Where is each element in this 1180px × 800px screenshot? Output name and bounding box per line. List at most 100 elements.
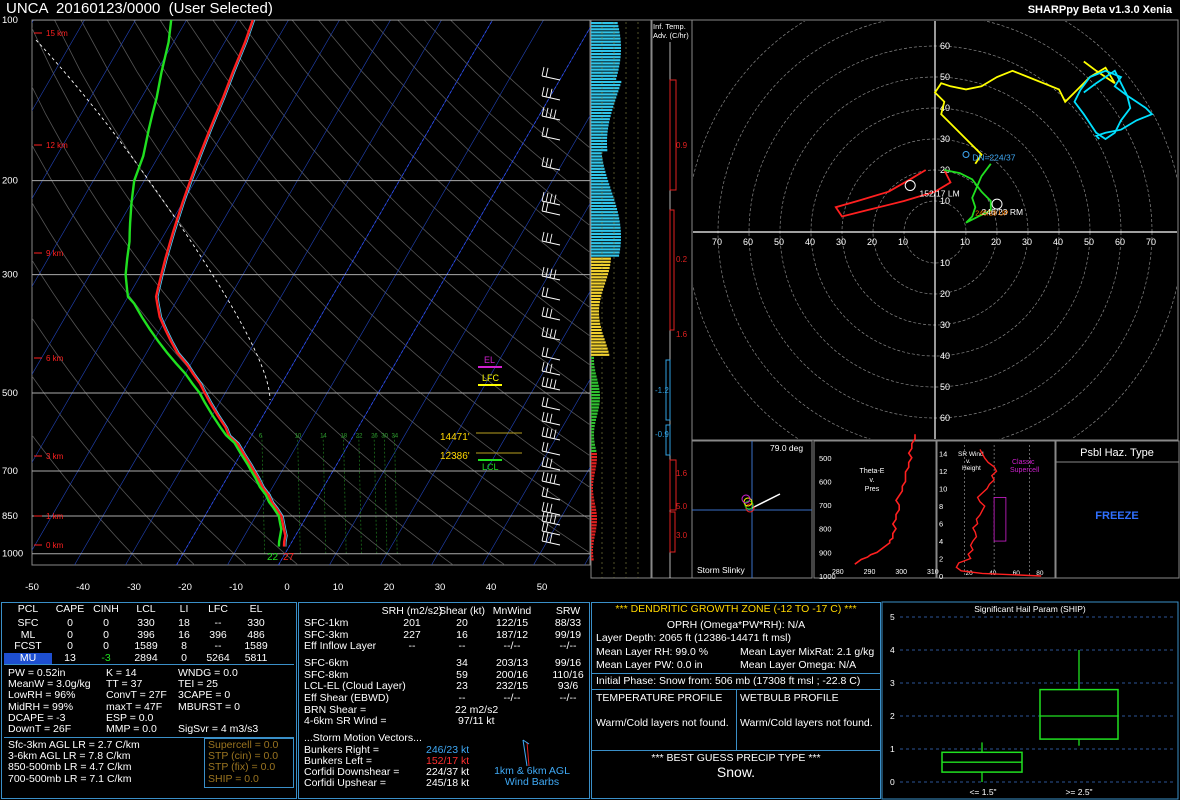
wind-speed-bar	[591, 452, 597, 456]
wind-speed-bar	[591, 59, 621, 62]
wind-speed-bar	[591, 273, 609, 276]
mixing-ratio-label: 6	[259, 433, 263, 439]
wind-barb-flag	[545, 502, 549, 512]
dgz-pw: Mean Layer PW: 0.0 in	[596, 659, 703, 671]
wind-speed-bar	[591, 251, 620, 254]
kin-srw: 93/6	[557, 680, 579, 692]
thetae-title: Pres	[865, 486, 880, 493]
hodo-label: 10	[940, 258, 950, 268]
wind-speed-bar	[591, 279, 607, 282]
wind-speed-bar	[591, 28, 620, 31]
wind-speed-bar	[591, 375, 597, 378]
wind-speed-bar	[591, 341, 606, 344]
ship-panel: Significant Hail Param (SHIP) 0 1 2 3 4 5 <= 1.…	[881, 601, 1179, 800]
lm-label: 152/17 LM	[920, 188, 960, 198]
wind-speed-bar	[591, 415, 597, 418]
isotherm	[32, 20, 85, 112]
wind-speed-bar	[591, 65, 620, 68]
wind-speed-bar	[591, 102, 615, 105]
wetbulb-profile-value: Warm/Cold layers not found.	[740, 717, 873, 729]
wind-speed-bar	[591, 437, 595, 440]
wind-barb-flag	[549, 193, 553, 203]
srw-ylabel: 0	[939, 572, 943, 581]
wind-speed-bar	[591, 127, 609, 130]
parcel-value: 5811	[244, 651, 268, 664]
wind-barb-flag	[549, 268, 553, 278]
dry-adiabat	[32, 434, 144, 565]
wind-speed-bar	[591, 204, 617, 208]
wind-speed-bar	[591, 502, 595, 505]
wind-speed-bar	[591, 511, 597, 514]
wind-speed-bar	[591, 545, 594, 549]
vec-value: 245/18 kt	[426, 777, 470, 789]
wind-speed-bar	[591, 77, 617, 80]
wind-speed-bar	[591, 325, 601, 328]
wind-speed-bar	[591, 139, 608, 142]
slinky-deg: 79.0 deg	[770, 443, 803, 453]
hodo-ring	[693, 21, 1177, 439]
wind-speed-bar	[591, 483, 594, 487]
wind-speed-bar	[591, 542, 594, 545]
wind-speed-bar	[591, 80, 622, 84]
ship-ylabel: 1	[890, 744, 895, 754]
wind-speed-bar	[591, 34, 621, 37]
wind-speed-bar	[591, 369, 596, 372]
wind-barb-flag	[541, 231, 545, 242]
height-label: 15 km	[46, 29, 68, 38]
hodo-label: 40	[940, 351, 950, 361]
mixing-ratio-label: 18	[340, 433, 347, 439]
wind-speed-bar	[591, 31, 620, 34]
kin-srw: --/--	[559, 640, 577, 652]
pressure-label: 100	[2, 15, 18, 26]
srw-ylabel: 12	[939, 467, 947, 476]
slinky-vector	[751, 493, 781, 509]
hodograph[interactable]: 1020304050601020304050608070605040302010…	[681, 0, 1180, 480]
srw-ylabel: 4	[939, 537, 943, 546]
storm-slinky-panel: 79.0 deg Storm Slinky	[691, 440, 813, 579]
parcel-value: --	[214, 617, 222, 629]
hodo-trace	[933, 60, 1116, 165]
wind-speed-bar	[591, 270, 609, 273]
hodo-label: 30	[940, 320, 950, 330]
height-label: 9 km	[46, 249, 64, 258]
wind-speed-bar	[591, 440, 595, 443]
wind-barb-flag	[545, 67, 549, 77]
wind-barb-flag	[541, 361, 545, 372]
temp-label: 10	[333, 582, 344, 593]
lapse-rate: 700-500mb LR = 7.1 C/km	[8, 772, 132, 785]
wind-barb-flag	[545, 412, 549, 422]
ship-ylabel: 2	[890, 711, 895, 721]
wetbulb-profile-title: WETBULB PROFILE	[740, 692, 839, 704]
wind-speed-bar	[591, 381, 599, 384]
hodo-label: 70	[1146, 237, 1156, 247]
wind-speed-bar	[591, 344, 607, 347]
wind-barb-flag	[549, 233, 553, 243]
dgz-depth: Layer Depth: 2065 ft (12386-14471 ft msl…	[596, 632, 791, 644]
wind-speed-bar	[591, 552, 594, 555]
hodo-label: 20	[991, 237, 1001, 247]
ita-panel-bg	[651, 19, 693, 579]
wind-speed-bar	[591, 49, 621, 53]
mixing-ratio-line	[297, 435, 301, 554]
dgz-oprh: OPRH (Omega*PW*RH): N/A	[666, 619, 806, 631]
srw-xlabel: 60	[1013, 570, 1021, 577]
up-label: 245/18 UP	[975, 211, 1008, 218]
srw-ylabel: 14	[939, 450, 947, 459]
wind-barb	[541, 135, 561, 141]
wind-barb-flag	[541, 521, 545, 532]
wind-speed-bar	[591, 257, 611, 260]
kin-name: LCL-EL (Cloud Layer)	[304, 680, 406, 692]
wind-speed-bar	[591, 198, 615, 201]
wind-barb-flag	[541, 471, 545, 482]
height-label: 1 km	[46, 512, 64, 521]
parcel-value: 2894	[134, 651, 158, 664]
wind-speed-bar	[591, 40, 621, 43]
precip-title: *** BEST GUESS PRECIP TYPE ***	[651, 752, 821, 764]
wind-speed-bar	[591, 208, 618, 211]
dgz-top-label: 14471'	[440, 432, 470, 443]
hodo-label: 30	[940, 134, 950, 144]
wind-barb-flag	[541, 441, 545, 452]
wind-speed-bar	[591, 152, 602, 155]
ship-xlabel: <= 1.5"	[969, 787, 996, 797]
hodo-label: 60	[940, 41, 950, 51]
